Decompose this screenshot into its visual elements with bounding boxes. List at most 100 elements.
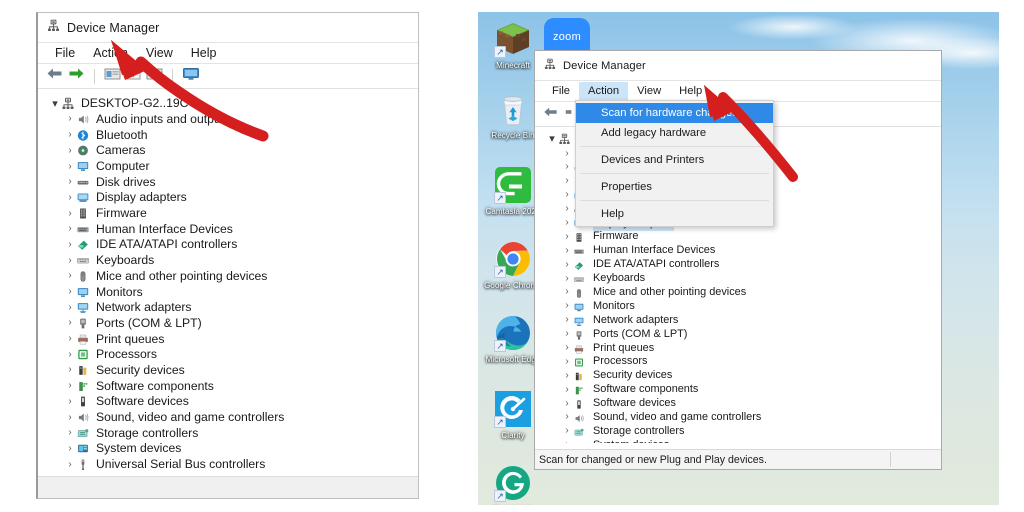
menu-action[interactable]: Action — [579, 81, 629, 101]
menu-file[interactable]: File — [46, 44, 84, 63]
chevron-right-icon[interactable]: › — [64, 129, 76, 141]
menu-item-add-legacy-hardware[interactable]: Add legacy hardware — [576, 123, 773, 143]
help-icon[interactable]: ? — [126, 67, 141, 86]
tree-item-computer[interactable]: › Computer — [38, 159, 418, 175]
tree-root-node[interactable]: ▾ DESKTOP-G2..19C — [38, 96, 418, 112]
chevron-right-icon[interactable]: › — [561, 384, 573, 396]
tree-item-human-interface-devices[interactable]: › Human Interface Devices — [38, 221, 418, 237]
chevron-right-icon[interactable]: › — [561, 398, 573, 410]
tree-item-software-components[interactable]: › Software components — [38, 378, 418, 394]
tree-item-firmware[interactable]: › Firmware — [535, 230, 941, 244]
menu-item-help[interactable]: Help — [576, 204, 773, 224]
tree-item-system-devices[interactable]: › System devices — [535, 438, 941, 443]
tree-item-security-devices[interactable]: › Security devices — [535, 369, 941, 383]
chevron-right-icon[interactable]: › — [561, 356, 573, 368]
tree-item-cameras[interactable]: › Cameras — [38, 143, 418, 159]
chevron-right-icon[interactable]: › — [561, 411, 573, 423]
chevron-right-icon[interactable]: › — [561, 217, 573, 229]
tree-item-firmware[interactable]: › Firmware — [38, 206, 418, 222]
properties-icon[interactable] — [104, 67, 121, 86]
chevron-right-icon[interactable]: › — [561, 189, 573, 201]
tree-item-software-devices[interactable]: › Software devices — [38, 394, 418, 410]
show-hidden-devices-icon[interactable] — [182, 67, 200, 86]
device-tree-left[interactable]: ▾ DESKTOP-G2..19C › Audio inputs and outp… — [38, 90, 418, 470]
tree-item-print-queues[interactable]: › Print queues — [38, 331, 418, 347]
tree-item-network-adapters[interactable]: › Network adapters — [38, 300, 418, 316]
chevron-right-icon[interactable]: › — [561, 314, 573, 326]
chevron-right-icon[interactable]: › — [64, 380, 76, 392]
tree-item-ide-ata-atapi-controllers[interactable]: › IDE ATA/ATAPI controllers — [535, 258, 941, 272]
tree-item-sound-video-and-game-controllers[interactable]: › Sound, video and game controllers — [38, 410, 418, 426]
chevron-right-icon[interactable]: › — [64, 239, 76, 251]
chevron-down-icon[interactable]: ▾ — [49, 98, 61, 110]
forward-arrow-icon[interactable] — [563, 105, 575, 123]
menu-item-scan-for-hardware-changes[interactable]: Scan for hardware changes — [576, 103, 773, 123]
chevron-right-icon[interactable]: › — [561, 273, 573, 285]
tree-item-ide-ata-atapi-controllers[interactable]: › IDE ATA/ATAPI controllers — [38, 237, 418, 253]
chevron-right-icon[interactable]: › — [561, 175, 573, 187]
tree-item-software-components[interactable]: › Software components — [535, 383, 941, 397]
tree-item-human-interface-devices[interactable]: › Human Interface Devices — [535, 244, 941, 258]
desktop-icon-grammarly[interactable]: ↗ Grammarly — [482, 464, 544, 505]
tree-item-mice-and-other-pointing-devices[interactable]: › Mice and other pointing devices — [38, 268, 418, 284]
action-dropdown-menu[interactable]: Scan for hardware changes Add legacy har… — [575, 100, 774, 227]
tree-item-software-devices[interactable]: › Software devices — [535, 397, 941, 411]
menu-view[interactable]: View — [137, 44, 182, 63]
tree-item-display-adapters[interactable]: › Display adapters — [38, 190, 418, 206]
chevron-right-icon[interactable]: › — [64, 317, 76, 329]
menu-view[interactable]: View — [628, 82, 670, 101]
tree-item-monitors[interactable]: › Monitors — [38, 284, 418, 300]
chevron-right-icon[interactable]: › — [64, 427, 76, 439]
chevron-right-icon[interactable]: › — [64, 286, 76, 298]
tree-item-universal-serial-bus-controllers[interactable]: › Universal Serial Bus controllers — [38, 457, 418, 470]
menu-file[interactable]: File — [543, 82, 579, 101]
back-arrow-icon[interactable] — [46, 67, 63, 85]
back-arrow-icon[interactable] — [543, 105, 558, 123]
chevron-right-icon[interactable]: › — [64, 270, 76, 282]
menu-action[interactable]: Action — [84, 44, 137, 63]
tree-item-audio-inputs-and-outputs[interactable]: › Audio inputs and outputs — [38, 112, 418, 128]
chevron-right-icon[interactable]: › — [64, 176, 76, 188]
chevron-right-icon[interactable]: › — [64, 459, 76, 470]
chevron-right-icon[interactable]: › — [64, 223, 76, 235]
chevron-right-icon[interactable]: › — [64, 333, 76, 345]
tree-item-ports-com-lpt[interactable]: › Ports (COM & LPT) — [535, 327, 941, 341]
tree-item-system-devices[interactable]: › System devices — [38, 441, 418, 457]
chevron-right-icon[interactable]: › — [561, 425, 573, 437]
tree-item-keyboards[interactable]: › Keyboards — [38, 253, 418, 269]
chevron-right-icon[interactable]: › — [561, 300, 573, 312]
tree-item-print-queues[interactable]: › Print queues — [535, 341, 941, 355]
tree-item-mice-and-other-pointing-devices[interactable]: › Mice and other pointing devices — [535, 286, 941, 300]
tree-item-keyboards[interactable]: › Keyboards — [535, 272, 941, 286]
tree-item-disk-drives[interactable]: › Disk drives — [38, 174, 418, 190]
menu-help[interactable]: Help — [182, 44, 226, 63]
chevron-right-icon[interactable]: › — [64, 349, 76, 361]
chevron-right-icon[interactable]: › — [64, 443, 76, 455]
chevron-right-icon[interactable]: › — [561, 286, 573, 298]
menu-item-devices-and-printers[interactable]: Devices and Printers — [576, 150, 773, 170]
chevron-right-icon[interactable]: › — [561, 342, 573, 354]
chevron-right-icon[interactable]: › — [561, 203, 573, 215]
chevron-right-icon[interactable]: › — [561, 370, 573, 382]
tree-item-storage-controllers[interactable]: › Storage controllers — [535, 424, 941, 438]
chevron-right-icon[interactable]: › — [64, 192, 76, 204]
chevron-right-icon[interactable]: › — [561, 161, 573, 173]
chevron-right-icon[interactable]: › — [64, 145, 76, 157]
chevron-right-icon[interactable]: › — [561, 231, 573, 243]
menu-item-properties[interactable]: Properties — [576, 177, 773, 197]
scan-icon[interactable] — [146, 67, 163, 86]
chevron-right-icon[interactable]: › — [64, 412, 76, 424]
chevron-right-icon[interactable]: › — [64, 161, 76, 173]
chevron-right-icon[interactable]: › — [64, 208, 76, 220]
chevron-right-icon[interactable]: › — [561, 148, 573, 160]
chevron-right-icon[interactable]: › — [64, 302, 76, 314]
chevron-right-icon[interactable]: › — [561, 259, 573, 271]
chevron-right-icon[interactable]: › — [64, 255, 76, 267]
chevron-right-icon[interactable]: › — [64, 113, 76, 125]
tree-item-security-devices[interactable]: › Security devices — [38, 363, 418, 379]
chevron-right-icon[interactable]: › — [64, 364, 76, 376]
chevron-right-icon[interactable]: › — [561, 439, 573, 443]
chevron-right-icon[interactable]: › — [561, 245, 573, 257]
tree-item-monitors[interactable]: › Monitors — [535, 299, 941, 313]
menu-help[interactable]: Help — [670, 82, 711, 101]
